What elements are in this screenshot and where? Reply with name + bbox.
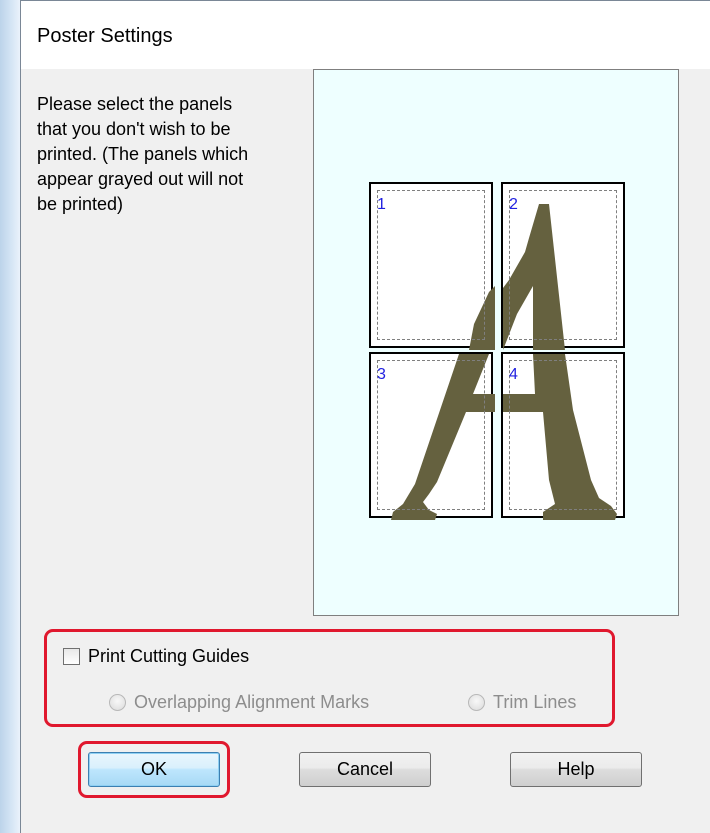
panel-3-cut-border <box>377 360 485 510</box>
print-cutting-guides-label: Print Cutting Guides <box>88 646 250 666</box>
ok-button[interactable]: OK <box>88 752 220 787</box>
help-button[interactable]: Help <box>510 752 642 787</box>
instructions-text: Please select the panels that you don't … <box>37 94 249 214</box>
dialog-title: Poster Settings <box>37 25 173 47</box>
panel-4-cut-border <box>509 360 617 510</box>
poster-panel-1[interactable]: 1 <box>369 182 495 350</box>
poster-panel-4[interactable]: 4 <box>501 352 625 520</box>
panel-1-number: 1 <box>377 196 386 213</box>
panel-1-cut-border <box>377 190 485 340</box>
panel-4-number: 4 <box>509 366 518 383</box>
overlapping-alignment-marks-label: Overlapping Alignment Marks <box>134 692 370 712</box>
cancel-button[interactable]: Cancel <box>299 752 431 787</box>
trim-lines-radio[interactable]: Trim Lines <box>468 692 576 713</box>
poster-preview: 1 2 3 4 <box>313 69 679 616</box>
title-bar: Poster Settings <box>21 1 710 69</box>
radio-button[interactable] <box>468 694 485 711</box>
checkbox-box[interactable] <box>63 648 80 665</box>
poster-settings-dialog: Poster Settings Please select the panels… <box>20 0 710 833</box>
poster-panel-2[interactable]: 2 <box>501 182 625 350</box>
panel-2-cut-border <box>509 190 617 340</box>
print-cutting-guides-checkbox[interactable]: Print Cutting Guides <box>63 646 249 667</box>
panel-2-number: 2 <box>509 196 518 213</box>
poster-panel-3[interactable]: 3 <box>369 352 495 520</box>
panel-3-number: 3 <box>377 366 386 383</box>
overlapping-alignment-marks-radio[interactable]: Overlapping Alignment Marks <box>109 692 369 713</box>
trim-lines-label: Trim Lines <box>493 692 577 712</box>
radio-button[interactable] <box>109 694 126 711</box>
